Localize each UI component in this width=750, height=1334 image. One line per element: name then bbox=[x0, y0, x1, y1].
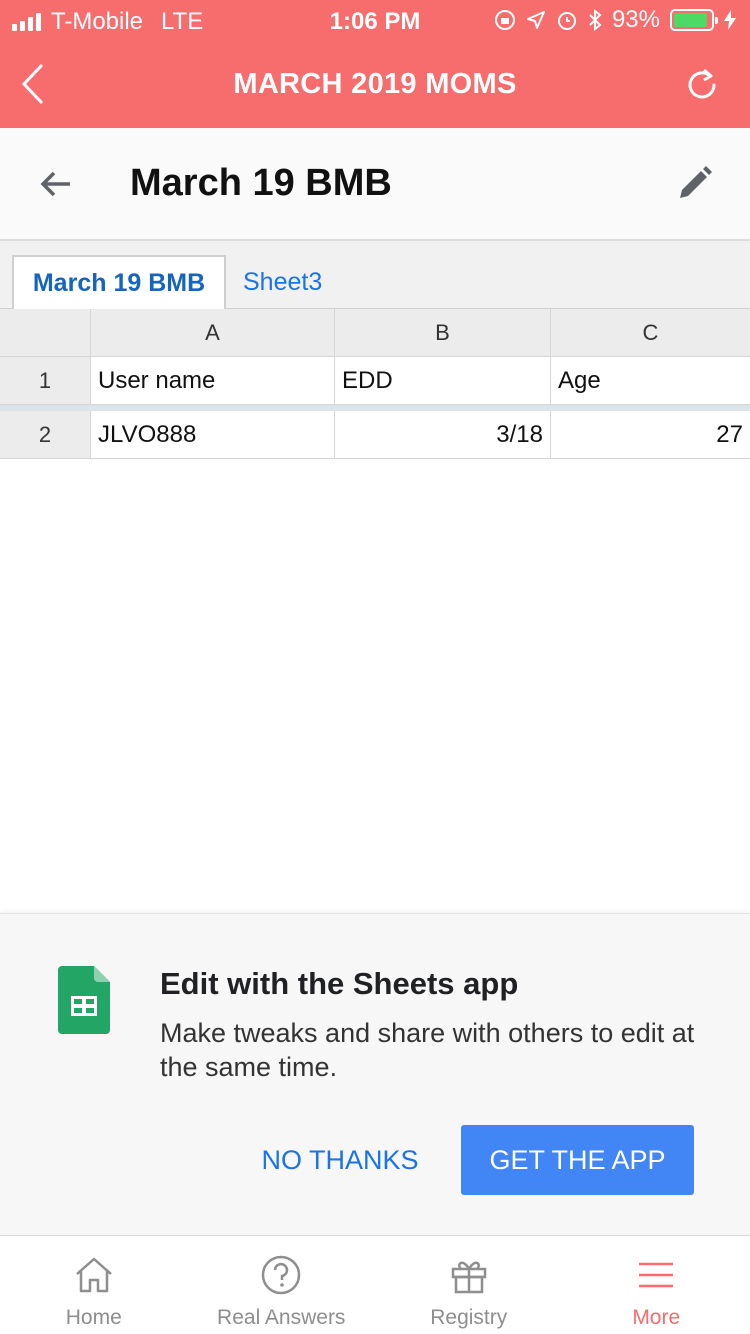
corner-cell[interactable] bbox=[0, 309, 91, 357]
nav-item-more[interactable]: More bbox=[563, 1236, 750, 1334]
nav-item-home[interactable]: Home bbox=[0, 1236, 188, 1334]
column-header-a[interactable]: A bbox=[91, 309, 335, 357]
nav-label: Registry bbox=[430, 1306, 508, 1329]
bluetooth-icon bbox=[589, 9, 602, 31]
row-header[interactable]: 1 bbox=[0, 357, 91, 405]
app-bar: MARCH 2019 MOMS bbox=[0, 40, 750, 128]
nav-item-real-answers[interactable]: Real Answers bbox=[188, 1236, 376, 1334]
battery-percent: 93% bbox=[611, 6, 660, 33]
home-icon bbox=[75, 1257, 112, 1293]
nav-label: Real Answers bbox=[217, 1306, 346, 1329]
promo-text: Make tweaks and share with others to edi… bbox=[160, 1018, 695, 1082]
question-icon bbox=[262, 1255, 301, 1295]
promo-title: Edit with the Sheets app bbox=[160, 966, 519, 1001]
bottom-nav: Home Real Answers Registry More bbox=[0, 1235, 750, 1334]
sheets-app-icon bbox=[58, 966, 110, 1034]
nav-label: More bbox=[632, 1306, 681, 1329]
status-bar: T-Mobile LTE 1:06 PM 93% bbox=[0, 0, 750, 40]
refresh-icon[interactable] bbox=[684, 66, 720, 102]
nav-label: Home bbox=[65, 1306, 122, 1329]
charging-icon bbox=[724, 10, 736, 30]
nav-item-registry[interactable]: Registry bbox=[375, 1236, 563, 1334]
arrow-left-icon[interactable] bbox=[36, 164, 76, 204]
spreadsheet-grid: A B C 1 User name EDD Age 2 JLVO888 3/18… bbox=[0, 309, 750, 459]
table-row: 1 User name EDD Age bbox=[0, 357, 750, 405]
menu-icon bbox=[639, 1262, 674, 1288]
table-cell[interactable]: JLVO888 bbox=[91, 411, 335, 459]
get-the-app-button[interactable]: GET THE APP bbox=[461, 1125, 694, 1195]
sheet-header: March 19 BMB bbox=[0, 128, 750, 241]
app-header-bar: T-Mobile LTE 1:06 PM 93% MARCH 2019 MOMS bbox=[0, 0, 750, 128]
sheets-app-promo: Edit with the Sheets app Make tweaks and… bbox=[0, 913, 750, 1235]
orientation-lock-icon bbox=[494, 10, 515, 30]
no-thanks-button[interactable]: NO THANKS bbox=[240, 1126, 440, 1194]
table-cell[interactable]: User name bbox=[91, 357, 335, 405]
gift-icon bbox=[451, 1261, 486, 1294]
row-header[interactable]: 2 bbox=[0, 411, 91, 459]
table-cell[interactable]: 3/18 bbox=[335, 411, 551, 459]
tab-march-19-bmb[interactable]: March 19 BMB bbox=[12, 255, 226, 309]
document-title: March 19 BMB bbox=[130, 162, 392, 204]
battery-icon bbox=[670, 9, 718, 31]
pencil-icon[interactable] bbox=[674, 164, 714, 204]
alarm-icon bbox=[557, 12, 576, 30]
location-icon bbox=[526, 11, 545, 29]
app-title: MARCH 2019 MOMS bbox=[233, 68, 517, 100]
table-cell[interactable]: 27 bbox=[551, 411, 750, 459]
sheet-tabs: March 19 BMB Sheet3 bbox=[0, 241, 750, 309]
column-header-b[interactable]: B bbox=[335, 309, 551, 357]
table-cell[interactable]: Age bbox=[551, 357, 750, 405]
tab-sheet3[interactable]: Sheet3 bbox=[243, 255, 322, 309]
table-cell[interactable]: EDD bbox=[335, 357, 551, 405]
column-header-row: A B C bbox=[0, 309, 750, 357]
table-row: 2 JLVO888 3/18 27 bbox=[0, 411, 750, 459]
column-header-c[interactable]: C bbox=[551, 309, 750, 357]
